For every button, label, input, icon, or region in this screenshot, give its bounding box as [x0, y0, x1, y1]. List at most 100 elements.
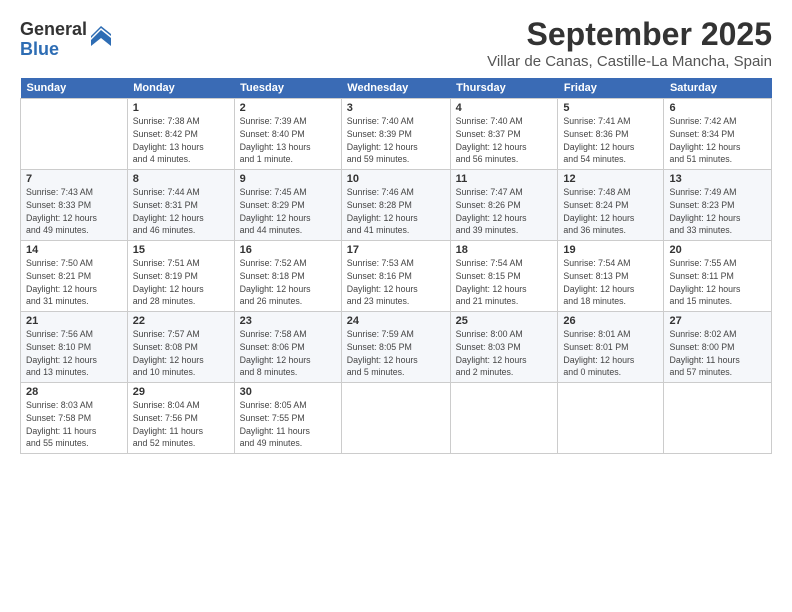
day-info: Sunrise: 8:00 AMSunset: 8:03 PMDaylight:… — [456, 328, 553, 379]
calendar-cell: 1Sunrise: 7:38 AMSunset: 8:42 PMDaylight… — [127, 99, 234, 170]
day-info: Sunrise: 8:02 AMSunset: 8:00 PMDaylight:… — [669, 328, 766, 379]
day-number: 8 — [133, 173, 229, 185]
calendar-cell: 7Sunrise: 7:43 AMSunset: 8:33 PMDaylight… — [21, 170, 128, 241]
calendar-cell: 23Sunrise: 7:58 AMSunset: 8:06 PMDayligh… — [234, 312, 341, 383]
location: Villar de Canas, Castille-La Mancha, Spa… — [487, 53, 772, 70]
header: General Blue September 2025 Villar de Ca… — [20, 16, 772, 70]
day-number: 12 — [563, 173, 658, 185]
calendar-cell: 19Sunrise: 7:54 AMSunset: 8:13 PMDayligh… — [558, 241, 664, 312]
day-info: Sunrise: 7:50 AMSunset: 8:21 PMDaylight:… — [26, 257, 122, 308]
day-info: Sunrise: 8:01 AMSunset: 8:01 PMDaylight:… — [563, 328, 658, 379]
calendar-cell: 29Sunrise: 8:04 AMSunset: 7:56 PMDayligh… — [127, 383, 234, 454]
weekday-header-saturday: Saturday — [664, 78, 772, 99]
day-number: 23 — [240, 315, 336, 327]
calendar-table: SundayMondayTuesdayWednesdayThursdayFrid… — [20, 78, 772, 454]
day-info: Sunrise: 7:53 AMSunset: 8:16 PMDaylight:… — [347, 257, 445, 308]
calendar-cell: 2Sunrise: 7:39 AMSunset: 8:40 PMDaylight… — [234, 99, 341, 170]
weekday-header-sunday: Sunday — [21, 78, 128, 99]
day-info: Sunrise: 8:05 AMSunset: 7:55 PMDaylight:… — [240, 399, 336, 450]
day-info: Sunrise: 7:43 AMSunset: 8:33 PMDaylight:… — [26, 186, 122, 237]
day-info: Sunrise: 7:49 AMSunset: 8:23 PMDaylight:… — [669, 186, 766, 237]
day-number: 2 — [240, 102, 336, 114]
calendar-cell: 24Sunrise: 7:59 AMSunset: 8:05 PMDayligh… — [341, 312, 450, 383]
calendar-cell: 18Sunrise: 7:54 AMSunset: 8:15 PMDayligh… — [450, 241, 558, 312]
day-number: 27 — [669, 315, 766, 327]
calendar-cell: 8Sunrise: 7:44 AMSunset: 8:31 PMDaylight… — [127, 170, 234, 241]
day-number: 13 — [669, 173, 766, 185]
calendar-cell: 10Sunrise: 7:46 AMSunset: 8:28 PMDayligh… — [341, 170, 450, 241]
calendar-cell: 3Sunrise: 7:40 AMSunset: 8:39 PMDaylight… — [341, 99, 450, 170]
day-info: Sunrise: 7:42 AMSunset: 8:34 PMDaylight:… — [669, 115, 766, 166]
logo-icon — [91, 26, 111, 46]
day-info: Sunrise: 7:45 AMSunset: 8:29 PMDaylight:… — [240, 186, 336, 237]
calendar-cell: 12Sunrise: 7:48 AMSunset: 8:24 PMDayligh… — [558, 170, 664, 241]
day-number: 14 — [26, 244, 122, 256]
calendar-cell: 27Sunrise: 8:02 AMSunset: 8:00 PMDayligh… — [664, 312, 772, 383]
calendar-cell: 30Sunrise: 8:05 AMSunset: 7:55 PMDayligh… — [234, 383, 341, 454]
page: General Blue September 2025 Villar de Ca… — [0, 0, 792, 612]
weekday-header-tuesday: Tuesday — [234, 78, 341, 99]
calendar-cell — [21, 99, 128, 170]
logo-general: General — [20, 20, 87, 40]
calendar-cell — [558, 383, 664, 454]
day-info: Sunrise: 7:56 AMSunset: 8:10 PMDaylight:… — [26, 328, 122, 379]
calendar-cell: 4Sunrise: 7:40 AMSunset: 8:37 PMDaylight… — [450, 99, 558, 170]
day-info: Sunrise: 8:04 AMSunset: 7:56 PMDaylight:… — [133, 399, 229, 450]
calendar-cell: 5Sunrise: 7:41 AMSunset: 8:36 PMDaylight… — [558, 99, 664, 170]
calendar-cell: 16Sunrise: 7:52 AMSunset: 8:18 PMDayligh… — [234, 241, 341, 312]
calendar-cell: 14Sunrise: 7:50 AMSunset: 8:21 PMDayligh… — [21, 241, 128, 312]
day-number: 9 — [240, 173, 336, 185]
day-info: Sunrise: 7:40 AMSunset: 8:37 PMDaylight:… — [456, 115, 553, 166]
day-number: 30 — [240, 386, 336, 398]
day-info: Sunrise: 7:52 AMSunset: 8:18 PMDaylight:… — [240, 257, 336, 308]
day-info: Sunrise: 7:39 AMSunset: 8:40 PMDaylight:… — [240, 115, 336, 166]
day-number: 3 — [347, 102, 445, 114]
day-number: 19 — [563, 244, 658, 256]
day-info: Sunrise: 8:03 AMSunset: 7:58 PMDaylight:… — [26, 399, 122, 450]
day-number: 22 — [133, 315, 229, 327]
day-info: Sunrise: 7:51 AMSunset: 8:19 PMDaylight:… — [133, 257, 229, 308]
logo-blue: Blue — [20, 40, 87, 60]
day-info: Sunrise: 7:44 AMSunset: 8:31 PMDaylight:… — [133, 186, 229, 237]
month-title: September 2025 — [487, 16, 772, 53]
day-info: Sunrise: 7:54 AMSunset: 8:13 PMDaylight:… — [563, 257, 658, 308]
day-info: Sunrise: 7:57 AMSunset: 8:08 PMDaylight:… — [133, 328, 229, 379]
day-info: Sunrise: 7:38 AMSunset: 8:42 PMDaylight:… — [133, 115, 229, 166]
calendar-cell — [450, 383, 558, 454]
day-number: 29 — [133, 386, 229, 398]
calendar-cell: 28Sunrise: 8:03 AMSunset: 7:58 PMDayligh… — [21, 383, 128, 454]
day-info: Sunrise: 7:54 AMSunset: 8:15 PMDaylight:… — [456, 257, 553, 308]
day-number: 18 — [456, 244, 553, 256]
title-block: September 2025 Villar de Canas, Castille… — [487, 16, 772, 70]
week-row-4: 28Sunrise: 8:03 AMSunset: 7:58 PMDayligh… — [21, 383, 772, 454]
day-number: 5 — [563, 102, 658, 114]
calendar-cell: 17Sunrise: 7:53 AMSunset: 8:16 PMDayligh… — [341, 241, 450, 312]
calendar-cell: 6Sunrise: 7:42 AMSunset: 8:34 PMDaylight… — [664, 99, 772, 170]
day-number: 24 — [347, 315, 445, 327]
day-number: 1 — [133, 102, 229, 114]
calendar-cell — [341, 383, 450, 454]
day-number: 6 — [669, 102, 766, 114]
day-number: 16 — [240, 244, 336, 256]
weekday-header-thursday: Thursday — [450, 78, 558, 99]
day-info: Sunrise: 7:59 AMSunset: 8:05 PMDaylight:… — [347, 328, 445, 379]
day-number: 17 — [347, 244, 445, 256]
day-number: 7 — [26, 173, 122, 185]
day-info: Sunrise: 7:58 AMSunset: 8:06 PMDaylight:… — [240, 328, 336, 379]
weekday-header-friday: Friday — [558, 78, 664, 99]
calendar-cell: 25Sunrise: 8:00 AMSunset: 8:03 PMDayligh… — [450, 312, 558, 383]
day-number: 15 — [133, 244, 229, 256]
day-number: 28 — [26, 386, 122, 398]
calendar-cell: 13Sunrise: 7:49 AMSunset: 8:23 PMDayligh… — [664, 170, 772, 241]
day-number: 25 — [456, 315, 553, 327]
week-row-1: 7Sunrise: 7:43 AMSunset: 8:33 PMDaylight… — [21, 170, 772, 241]
day-number: 11 — [456, 173, 553, 185]
weekday-header-monday: Monday — [127, 78, 234, 99]
weekday-header-wednesday: Wednesday — [341, 78, 450, 99]
calendar-cell: 20Sunrise: 7:55 AMSunset: 8:11 PMDayligh… — [664, 241, 772, 312]
day-number: 26 — [563, 315, 658, 327]
calendar-cell: 11Sunrise: 7:47 AMSunset: 8:26 PMDayligh… — [450, 170, 558, 241]
calendar-cell: 26Sunrise: 8:01 AMSunset: 8:01 PMDayligh… — [558, 312, 664, 383]
calendar-cell: 15Sunrise: 7:51 AMSunset: 8:19 PMDayligh… — [127, 241, 234, 312]
weekday-header-row: SundayMondayTuesdayWednesdayThursdayFrid… — [21, 78, 772, 99]
